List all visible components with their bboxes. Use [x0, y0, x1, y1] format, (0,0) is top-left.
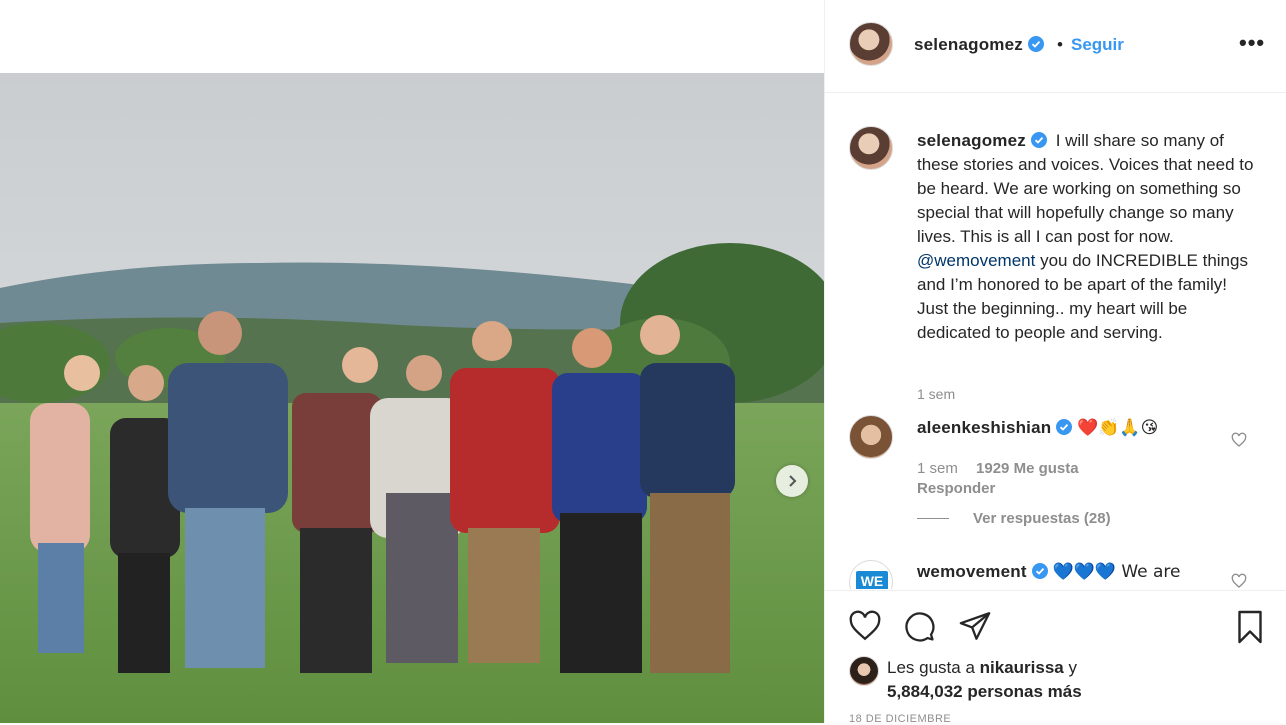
likes-suffix: y: [1068, 658, 1077, 677]
comment-avatar[interactable]: WE: [849, 560, 893, 589]
comment: aleenkeshishian ❤️👏🙏😘: [917, 418, 1158, 438]
like-comment-icon[interactable]: [1231, 573, 1247, 589]
caption-mention-link[interactable]: @wemovement: [917, 251, 1035, 270]
post-caption: selenagomez I will share so many of thes…: [917, 129, 1257, 345]
caption-author-avatar[interactable]: [849, 126, 893, 170]
likes-prefix: Les gusta a: [887, 658, 975, 677]
author-username[interactable]: selenagomez: [914, 35, 1044, 55]
comment-username-text[interactable]: aleenkeshishian: [917, 418, 1051, 437]
comment-username[interactable]: aleenkeshishian: [917, 418, 1073, 437]
author-avatar[interactable]: [849, 22, 893, 66]
comment-timestamp[interactable]: 1 sem: [917, 460, 958, 477]
reply-button[interactable]: Responder: [917, 480, 995, 497]
share-icon[interactable]: [957, 609, 993, 643]
verified-icon: [1027, 36, 1044, 52]
comment-likes[interactable]: 1929 Me gusta: [976, 460, 1079, 477]
view-replies-button[interactable]: Ver respuestas (28): [917, 510, 1111, 527]
photo-area: [0, 0, 824, 723]
next-photo-button[interactable]: [776, 465, 808, 497]
caption-username[interactable]: selenagomez: [917, 131, 1047, 150]
next-arrow-icon: [789, 475, 797, 487]
more-options-button[interactable]: •••: [1239, 30, 1265, 56]
comment-username[interactable]: wemovement: [917, 562, 1048, 581]
bookmark-icon[interactable]: [1235, 609, 1265, 645]
liker-username[interactable]: nikaurissa: [980, 658, 1064, 677]
comment-text: ❤️👏🙏😘: [1077, 418, 1159, 438]
comment: wemovement 💙💙💙 We are: [917, 562, 1181, 582]
author-username-text[interactable]: selenagomez: [914, 35, 1023, 54]
caption-timestamp[interactable]: 1 sem: [917, 386, 955, 402]
comment-avatar[interactable]: [849, 415, 893, 459]
likes-line-1: Les gusta a nikaurissa y: [887, 658, 1077, 678]
post-date[interactable]: 18 DE DICIEMBRE: [849, 713, 951, 725]
verified-icon: [1030, 132, 1047, 148]
verified-icon: [1056, 419, 1073, 435]
separator-dot: •: [1057, 35, 1063, 54]
post-photo[interactable]: [0, 73, 824, 723]
post-actions-bar: [825, 590, 1286, 651]
comment-icon[interactable]: [901, 609, 937, 643]
verified-icon: [1031, 563, 1048, 579]
like-comment-icon[interactable]: [1231, 432, 1247, 448]
comment-meta: 1 sem 1929 Me gusta: [917, 460, 1079, 477]
likes-count-button[interactable]: 5,884,032 personas más: [887, 682, 1082, 702]
caption-username-text[interactable]: selenagomez: [917, 131, 1026, 150]
heart-icon[interactable]: [847, 609, 883, 643]
liker-avatar[interactable]: [849, 656, 879, 686]
comment-text: 💙💙💙 We are: [1052, 562, 1181, 582]
view-replies-label[interactable]: Ver respuestas (28): [973, 510, 1111, 527]
comments-section[interactable]: selenagomez I will share so many of thes…: [825, 93, 1286, 589]
post-side-panel: selenagomez • Seguir ••• selenagomez I w…: [824, 0, 1286, 725]
comment-username-text[interactable]: wemovement: [917, 562, 1027, 581]
we-logo: WE: [856, 571, 888, 589]
follow-button[interactable]: Seguir: [1071, 35, 1124, 55]
post-header: selenagomez • Seguir •••: [825, 0, 1286, 93]
replies-divider: [917, 518, 949, 519]
